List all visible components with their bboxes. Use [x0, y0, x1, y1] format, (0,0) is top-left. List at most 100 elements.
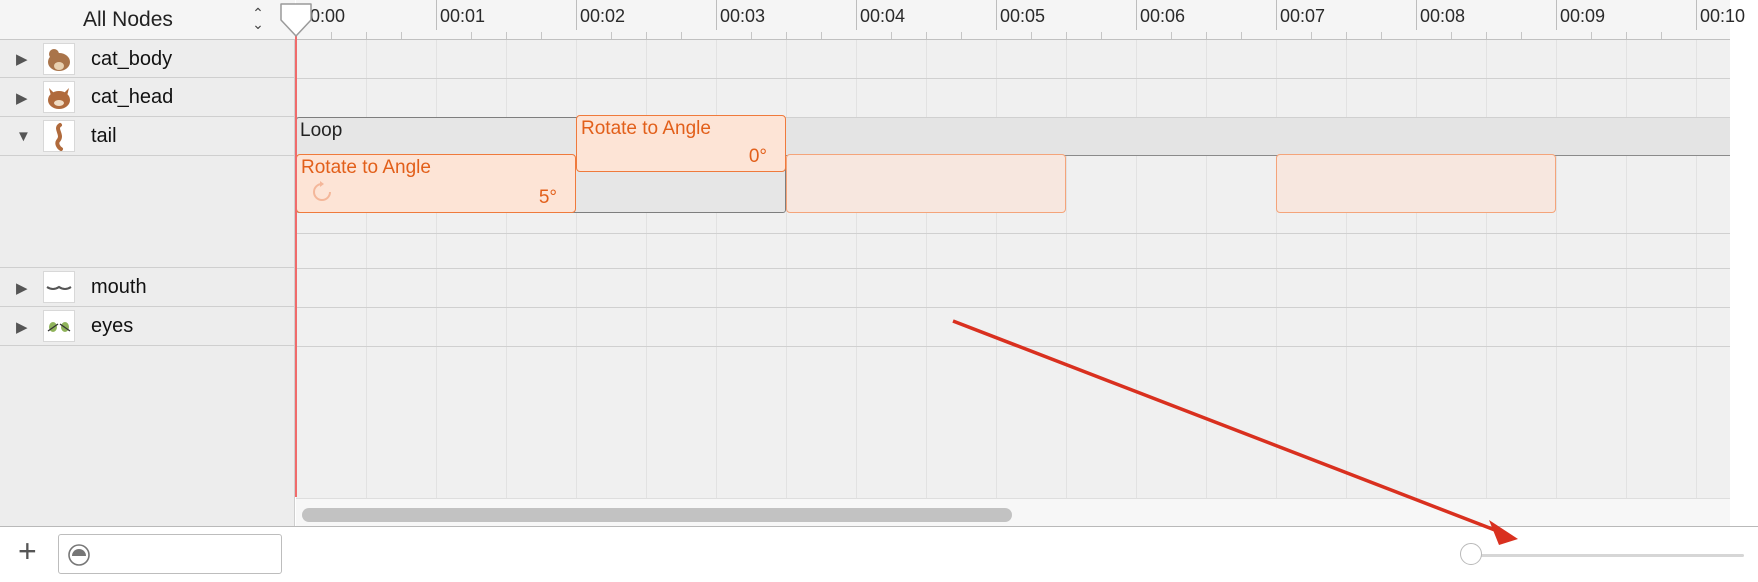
- timeline-grid-line: [1486, 40, 1487, 498]
- loop-arrow-icon: [311, 181, 333, 208]
- ruler-minor-tick: [541, 32, 542, 39]
- loop-label: Loop: [300, 120, 343, 141]
- timeline-grid-line: [1416, 40, 1417, 498]
- node-row-mouth[interactable]: ▶ mouth: [0, 268, 295, 307]
- disclosure-triangle-right-icon[interactable]: ▶: [16, 50, 28, 68]
- playhead-handle-icon[interactable]: [279, 2, 313, 38]
- ruler-major-tick: [996, 0, 997, 30]
- timeline-grid-line: [436, 40, 437, 498]
- ruler-time-label: 00:06: [1140, 6, 1186, 26]
- timeline-grid-line: [856, 40, 857, 498]
- timeline-grid-line: [1346, 40, 1347, 498]
- action-angle-value: 0°: [748, 146, 767, 167]
- eyes-thumbnail-icon: [43, 310, 75, 342]
- ruler-minor-tick: [1066, 32, 1067, 39]
- zoom-slider-knob[interactable]: [1460, 543, 1482, 565]
- row-divider: [296, 233, 1730, 234]
- search-field[interactable]: [58, 534, 282, 574]
- timeline-grid-line: [1626, 40, 1627, 498]
- timeline-grid-line: [1206, 40, 1207, 498]
- row-divider: [296, 268, 1730, 269]
- up-down-chevron-icon[interactable]: ⌃ ⌄: [250, 6, 266, 31]
- ruler-minor-tick: [471, 32, 472, 39]
- ruler-major-tick: [436, 0, 437, 30]
- ruler-minor-tick: [1626, 32, 1627, 39]
- timeline-grid-line: [576, 40, 577, 498]
- ruler-major-tick: [1696, 0, 1697, 30]
- row-divider: [296, 307, 1730, 308]
- disclosure-triangle-right-icon[interactable]: ▶: [16, 318, 28, 336]
- ruler-minor-tick: [506, 32, 507, 39]
- loop-repeat-ghost-block: [786, 154, 1066, 213]
- ruler-minor-tick: [1031, 32, 1032, 39]
- disclosure-triangle-down-icon[interactable]: ▼: [16, 128, 31, 145]
- ruler-major-tick: [576, 0, 577, 30]
- cat-body-thumbnail-icon: [43, 43, 75, 75]
- node-name: cat_body: [91, 48, 173, 70]
- ruler-minor-tick: [1521, 32, 1522, 39]
- node-list: ▶ cat_body ▶ cat_head ▼ tail ▶ mouth ▶ e…: [0, 40, 295, 526]
- timeline-area[interactable]: Loop Rotate to Angle 5° Rotate to Angle …: [296, 40, 1730, 498]
- node-name: cat_head: [91, 86, 174, 108]
- ruler-minor-tick: [681, 32, 682, 39]
- playhead-line: [295, 30, 297, 497]
- timeline-grid-line: [1696, 40, 1697, 498]
- ruler-minor-tick: [1241, 32, 1242, 39]
- ruler-minor-tick: [1486, 32, 1487, 39]
- ruler-minor-tick: [1451, 32, 1452, 39]
- add-icon[interactable]: +: [18, 535, 37, 567]
- ruler-major-tick: [856, 0, 857, 30]
- timeline-grid-line: [786, 40, 787, 498]
- ruler-minor-tick: [401, 32, 402, 39]
- zoom-slider-track[interactable]: [1470, 554, 1744, 557]
- timeline-grid-line: [926, 40, 927, 498]
- ruler-minor-tick: [961, 32, 962, 39]
- ruler-time-label: 00:02: [580, 6, 626, 26]
- row-divider: [296, 346, 1730, 347]
- node-row-cat-head[interactable]: ▶ cat_head: [0, 78, 295, 117]
- loop-repeat-ghost-block: [1276, 154, 1556, 213]
- ruler-minor-tick: [1101, 32, 1102, 39]
- ruler-minor-tick: [786, 32, 787, 39]
- ruler-minor-tick: [611, 32, 612, 39]
- node-filter-select[interactable]: All Nodes: [83, 8, 173, 32]
- ruler-time-label: 00:03: [720, 6, 766, 26]
- action-angle-value: 5°: [538, 187, 557, 208]
- ruler-minor-tick: [331, 32, 332, 39]
- bottom-toolbar: +: [0, 526, 1758, 582]
- ruler-major-tick: [716, 0, 717, 30]
- action-title: Rotate to Angle: [301, 157, 431, 178]
- rotate-to-angle-action-block[interactable]: Rotate to Angle 0°: [576, 115, 786, 172]
- timeline-grid-line: [366, 40, 367, 498]
- timeline-grid-line: [716, 40, 717, 498]
- node-name: eyes: [91, 315, 134, 337]
- scrollbar-thumb[interactable]: [302, 508, 1012, 522]
- node-row-tail[interactable]: ▼ tail: [0, 117, 295, 268]
- node-row-eyes[interactable]: ▶ eyes: [0, 307, 295, 346]
- disclosure-triangle-right-icon[interactable]: ▶: [16, 89, 28, 107]
- ruler-minor-tick: [1206, 32, 1207, 39]
- ruler-time-label: 00:10: [1700, 6, 1746, 26]
- timeline-grid-line: [1136, 40, 1137, 498]
- node-row-cat-body[interactable]: ▶ cat_body: [0, 40, 295, 78]
- filter-icon: [68, 544, 90, 566]
- ruler-time-label: 00:07: [1280, 6, 1326, 26]
- ruler-minor-tick: [821, 32, 822, 39]
- rotate-to-angle-action-block[interactable]: Rotate to Angle 5°: [296, 154, 576, 213]
- cat-head-thumbnail-icon: [43, 81, 75, 113]
- ruler-minor-tick: [1661, 32, 1662, 39]
- ruler-minor-tick: [926, 32, 927, 39]
- disclosure-triangle-right-icon[interactable]: ▶: [16, 279, 28, 297]
- timeline-grid-line: [1276, 40, 1277, 498]
- ruler-time-label: 00:05: [1000, 6, 1046, 26]
- node-name: tail: [91, 125, 117, 147]
- timeline-grid-line: [1066, 40, 1067, 498]
- ruler-minor-tick: [366, 32, 367, 39]
- ruler-time-label: 00:04: [860, 6, 906, 26]
- time-ruler[interactable]: 00:00 00:01 00:02 00:03 00:04 00:05 00:06 00:07…: [296, 0, 1745, 40]
- horizontal-scrollbar[interactable]: [296, 498, 1730, 526]
- ruler-time-label: 00:09: [1560, 6, 1606, 26]
- node-filter-header: All Nodes ⌃ ⌄: [0, 0, 295, 40]
- ruler-minor-tick: [751, 32, 752, 39]
- ruler-major-tick: [1416, 0, 1417, 30]
